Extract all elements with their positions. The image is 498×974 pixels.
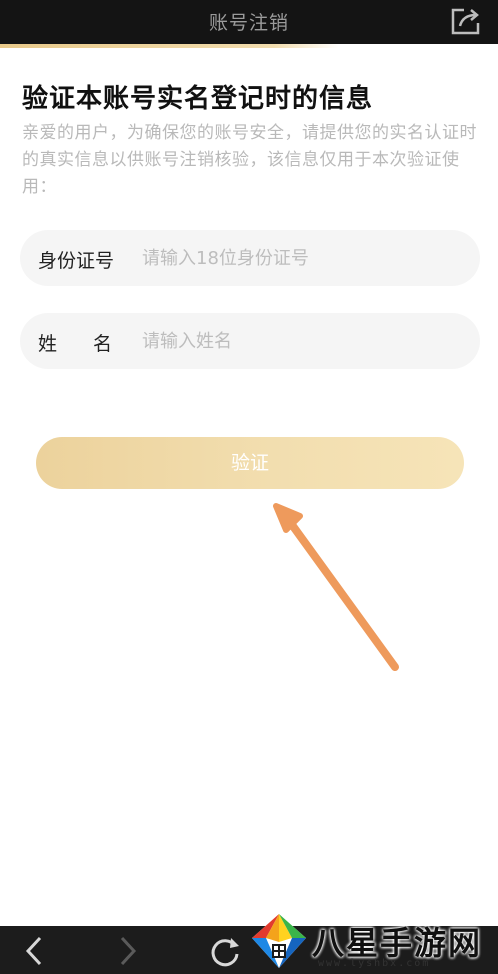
top-bar: 账号注销: [0, 0, 498, 44]
back-button[interactable]: [18, 934, 52, 968]
name-label: 姓名: [38, 333, 149, 355]
page-title: 验证本账号实名登记时的信息: [22, 84, 374, 114]
id-number-label: 身份证号: [38, 250, 115, 272]
description-text: 亲爱的用户，为确保您的账号安全，请提供您的实名认证时的真实信息以供账号注销核验，…: [22, 123, 477, 197]
share-icon: [451, 8, 480, 35]
refresh-button[interactable]: [208, 934, 242, 968]
refresh-icon: [211, 938, 239, 967]
id-number-field[interactable]: 身份证号: [20, 230, 480, 286]
forward-button[interactable]: [110, 934, 144, 968]
forward-arrow-icon: [120, 936, 137, 966]
verify-button[interactable]: 验证: [36, 437, 464, 489]
watermark-logo-icon: [252, 914, 306, 968]
back-arrow-icon: [25, 936, 42, 966]
name-field[interactable]: 姓名: [20, 313, 480, 369]
id-number-input[interactable]: [142, 240, 462, 276]
share-button[interactable]: [450, 6, 482, 36]
name-input[interactable]: [142, 323, 462, 359]
page-header-title: 账号注销: [208, 12, 289, 34]
header-accent-line: [0, 44, 498, 48]
watermark-url: www.lyshbx.com: [318, 958, 431, 969]
